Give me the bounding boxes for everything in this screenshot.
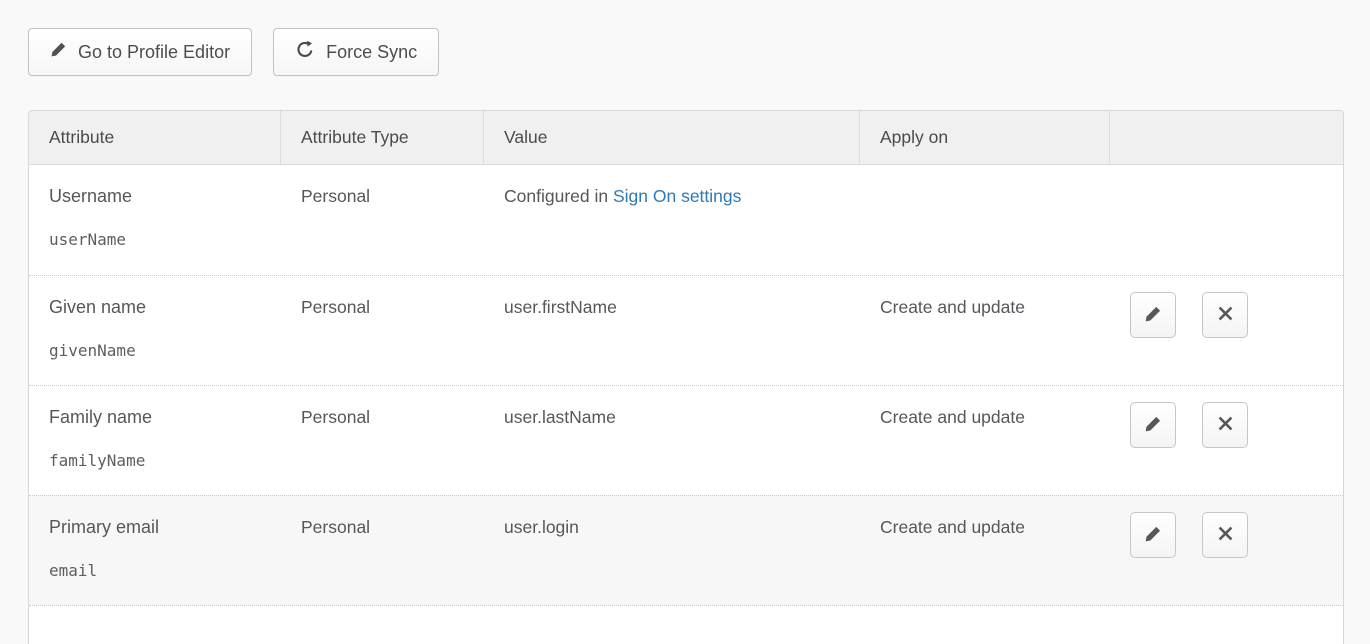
attribute-variable-name: familyName bbox=[49, 450, 261, 472]
table-row-partial bbox=[29, 605, 1343, 644]
go-to-profile-editor-label: Go to Profile Editor bbox=[78, 42, 230, 63]
edit-attribute-button[interactable] bbox=[1130, 512, 1176, 558]
force-sync-label: Force Sync bbox=[326, 42, 417, 63]
refresh-icon bbox=[295, 40, 315, 65]
value-cell: user.lastName bbox=[484, 386, 860, 495]
table-body: Username userName Personal Configured in… bbox=[29, 165, 1343, 605]
value-cell: user.firstName bbox=[484, 276, 860, 385]
attribute-variable-name: givenName bbox=[49, 340, 261, 362]
pencil-icon bbox=[50, 41, 67, 63]
actions-cell bbox=[1110, 165, 1343, 275]
attribute-label: Username bbox=[49, 185, 261, 207]
apply-on-cell: Create and update bbox=[860, 386, 1110, 495]
actions-cell bbox=[1110, 386, 1343, 495]
value-text: user.firstName bbox=[504, 297, 617, 317]
force-sync-button[interactable]: Force Sync bbox=[273, 28, 439, 76]
value-text-prefix: Configured in bbox=[504, 186, 613, 206]
attribute-type-cell: Personal bbox=[281, 276, 484, 385]
pencil-icon bbox=[1144, 525, 1162, 546]
sign-on-settings-link[interactable]: Sign On settings bbox=[613, 186, 741, 206]
actions-cell bbox=[1110, 496, 1343, 605]
apply-on-cell bbox=[860, 165, 1110, 275]
attribute-cell: Given name givenName bbox=[29, 276, 281, 385]
pencil-icon bbox=[1144, 415, 1162, 436]
delete-attribute-button[interactable] bbox=[1202, 512, 1248, 558]
header-actions bbox=[1110, 111, 1343, 164]
attribute-mapping-table: Attribute Attribute Type Value Apply on … bbox=[28, 110, 1344, 644]
actions-cell bbox=[1110, 276, 1343, 385]
value-text: user.login bbox=[504, 517, 579, 537]
attribute-type-cell: Personal bbox=[281, 165, 484, 275]
value-text: user.lastName bbox=[504, 407, 616, 427]
attribute-label: Primary email bbox=[49, 516, 261, 538]
header-attribute: Attribute bbox=[29, 111, 281, 164]
edit-attribute-button[interactable] bbox=[1130, 292, 1176, 338]
toolbar: Go to Profile Editor Force Sync bbox=[28, 28, 1344, 76]
attribute-label: Family name bbox=[49, 406, 261, 428]
attribute-mappings-page: Go to Profile Editor Force Sync Attribut… bbox=[0, 0, 1370, 644]
table-row: Family name familyName Personal user.las… bbox=[29, 385, 1343, 495]
table-header-row: Attribute Attribute Type Value Apply on bbox=[29, 111, 1343, 165]
value-cell: user.login bbox=[484, 496, 860, 605]
attribute-label: Given name bbox=[49, 296, 261, 318]
attribute-type-cell: Personal bbox=[281, 496, 484, 605]
header-attribute-type: Attribute Type bbox=[281, 111, 484, 164]
header-apply-on: Apply on bbox=[860, 111, 1110, 164]
attribute-type-cell: Personal bbox=[281, 386, 484, 495]
table-row: Username userName Personal Configured in… bbox=[29, 165, 1343, 275]
apply-on-cell: Create and update bbox=[860, 496, 1110, 605]
go-to-profile-editor-button[interactable]: Go to Profile Editor bbox=[28, 28, 252, 76]
table-row: Primary email email Personal user.login … bbox=[29, 495, 1343, 605]
delete-attribute-button[interactable] bbox=[1202, 402, 1248, 448]
apply-on-cell: Create and update bbox=[860, 276, 1110, 385]
delete-attribute-button[interactable] bbox=[1202, 292, 1248, 338]
close-icon bbox=[1216, 524, 1235, 546]
attribute-cell: Username userName bbox=[29, 165, 281, 275]
close-icon bbox=[1216, 304, 1235, 326]
close-icon bbox=[1216, 414, 1235, 436]
table-row: Given name givenName Personal user.first… bbox=[29, 275, 1343, 385]
pencil-icon bbox=[1144, 305, 1162, 326]
attribute-cell: Family name familyName bbox=[29, 386, 281, 495]
attribute-variable-name: email bbox=[49, 560, 261, 582]
edit-attribute-button[interactable] bbox=[1130, 402, 1176, 448]
value-cell: Configured in Sign On settings bbox=[484, 165, 860, 275]
header-value: Value bbox=[484, 111, 860, 164]
attribute-cell: Primary email email bbox=[29, 496, 281, 605]
attribute-variable-name: userName bbox=[49, 229, 261, 251]
